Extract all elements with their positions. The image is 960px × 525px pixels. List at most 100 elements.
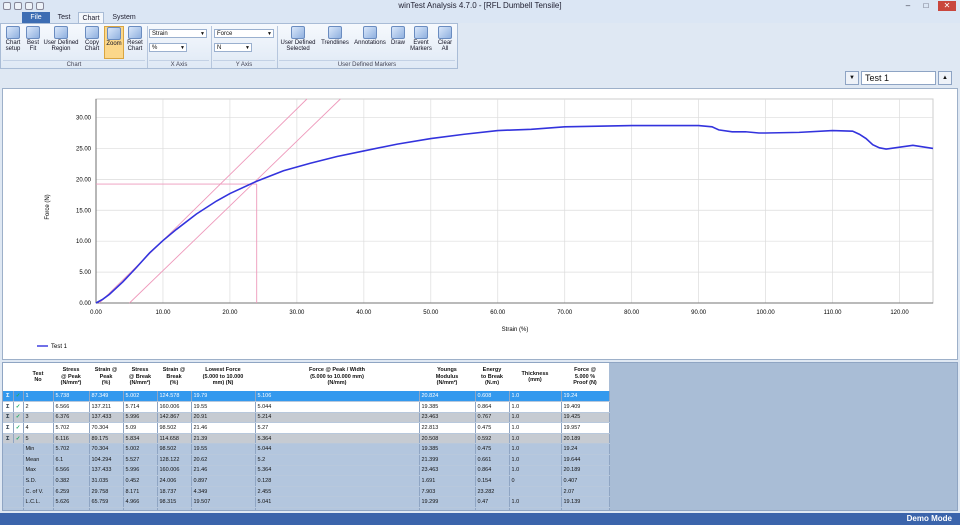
stats-blank-cell [3,486,24,498]
force-strain-chart[interactable]: 0.00 10.00 20.00 30.00 40.00 50.00 60.00 70.00 8… [3,89,957,359]
x-tick-label: 50.00 [423,310,439,316]
close-icon[interactable]: ✕ [938,1,956,11]
sigma-icon[interactable]: Σ [3,401,14,413]
stats-label-cell: Max [23,465,54,477]
column-header[interactable]: Stress @ Peak (N/mm²) [53,363,89,391]
table-row[interactable]: Σ ✓ 1 5.738 87.349 5.002 124.578 19.79 5.106 20.8… [3,391,610,403]
trendlines-label: Trendlines [321,40,349,46]
copy-chart-icon [85,26,99,39]
stats-value-cell: 0.452 [123,475,158,487]
trendlines-button[interactable]: Trendlines [319,26,351,46]
sigma-icon[interactable]: Σ [3,391,14,403]
chart-panel[interactable]: 0.00 10.00 20.00 30.00 40.00 50.00 60.00 70.00 8… [2,88,958,360]
zoom-label: Zoom [106,41,122,47]
y-axis-unit-select[interactable]: N ▼ [214,43,252,52]
tab-chart[interactable]: Chart [78,12,104,23]
column-header[interactable]: Energy to Break (N.m) [475,363,509,391]
user-defined-selected-button[interactable]: User Defined Selected [279,26,317,52]
chart-visible-icon[interactable]: ✓ [13,422,24,434]
collapse-icon[interactable]: ▲ [938,71,952,85]
stats-value-cell: 19.139 [561,496,610,509]
table-row[interactable]: Σ ✓ 5 6.116 89.175 5.834 114.658 21.39 5.364 20.5… [3,433,610,445]
header-icon-cell[interactable] [3,363,23,391]
stats-value-cell: 157.929 [157,507,192,510]
results-table[interactable]: Test No Stress @ Peak (N/mm²) Strain @ Pea… [2,362,958,511]
user-defined-region-button[interactable]: User Defined Region [43,26,79,52]
value-cell: 5.002 [123,391,158,403]
stats-label-cell: U.C.L. [23,507,54,510]
zoom-icon [107,27,121,40]
title-bar: winTest Analysis 4.7.0 - [RFL Dumbell Te… [0,0,960,12]
tab-test[interactable]: Test [52,12,76,23]
y-tick-label: 10.00 [76,239,92,245]
stats-value-cell: 19.385 [419,443,476,456]
chevron-down-icon: ▼ [267,31,272,37]
annotations-button[interactable]: Annotations [353,26,387,46]
column-header[interactable]: Thickness (mm) [509,363,561,391]
table-row[interactable]: Σ ✓ 2 6.566 137.211 5.714 160.006 19.55 5.044 19.… [3,401,610,413]
stats-value-cell: 19.644 [561,454,610,466]
y-axis-unit-value: N [217,45,222,51]
user-defined-region-label: User Defined Region [43,40,79,52]
stats-value-cell: 5.041 [255,496,420,509]
draw-button[interactable]: Draw [389,26,407,46]
trendlines-icon [328,26,342,39]
value-cell: 5.09 [123,422,158,434]
stats-value-cell: 4.349 [191,486,256,498]
y-tick-label: 30.00 [76,116,92,122]
stats-value-cell: 5.358 [255,507,420,510]
stats-value-cell: 23.463 [419,465,476,477]
sigma-icon[interactable]: Σ [3,412,14,424]
tab-file[interactable]: File [22,12,50,23]
chart-visible-icon[interactable]: ✓ [13,391,24,403]
minimize-icon[interactable]: – [902,1,914,11]
stats-label-cell: Min [23,443,54,456]
annotations-label: Annotations [354,40,386,46]
sigma-icon[interactable]: Σ [3,422,14,434]
x-axis-unit-select[interactable]: % ▼ [149,43,187,52]
stats-value-cell: 0.154 [475,475,510,487]
x-axis-quantity-select[interactable]: Strain ▼ [149,29,207,38]
column-header[interactable]: Stress @ Break (N/mm²) [123,363,157,391]
table-row[interactable]: Σ ✓ 4 5.702 70.304 5.09 98.502 21.46 5.27 22.813 0… [3,422,610,434]
best-fit-button[interactable]: Best Fit [24,26,42,52]
value-cell: 20.824 [419,391,476,403]
sigma-icon[interactable]: Σ [3,433,14,445]
event-markers-button[interactable]: Event Markers [409,26,433,52]
column-header[interactable]: Force @ Peak / Width (5.000 to 10.000 mm… [255,363,419,391]
column-header[interactable]: Lowest Force (5.000 to 10.000 mm) (N) [191,363,255,391]
chart-visible-icon[interactable]: ✓ [13,401,24,413]
clear-all-icon [438,26,452,39]
x-tick-label: 40.00 [356,310,372,316]
y-axis-label: Force (N) [45,194,51,219]
stats-value-cell: 1.691 [419,475,476,487]
test-select[interactable]: Test 1 [861,71,936,85]
stats-row: S.D. 0.382 31.035 0.452 24.006 0.897 0.128 1.69… [3,475,610,487]
column-header[interactable]: Youngs Modulus (N/mm²) [419,363,475,391]
clear-all-button[interactable]: Clear All [435,26,455,52]
chart-setup-button[interactable]: Chart setup [3,26,23,52]
reset-chart-button[interactable]: Reset Chart [125,26,145,52]
maximize-icon[interactable]: □ [920,1,932,11]
value-cell: 124.578 [157,391,192,403]
zoom-button[interactable]: Zoom [104,26,124,59]
y-axis-quantity-select[interactable]: Force ▼ [214,29,274,38]
column-header[interactable]: Strain @ Peak (%) [89,363,123,391]
ribbon-separator [277,26,278,68]
value-cell: 5.214 [255,412,420,424]
table-row[interactable]: Σ ✓ 3 6.376 137.433 5.996 142.867 20.91 5.214 23.… [3,412,610,424]
column-header[interactable]: Strain @ Break (%) [157,363,191,391]
chart-visible-icon[interactable]: ✓ [13,412,24,424]
stats-value-cell: 0.128 [255,475,420,487]
dropdown-icon[interactable]: ▼ [845,71,859,85]
x-axis-quantity-value: Strain [152,31,168,37]
column-header[interactable]: Test No [23,363,53,391]
x-tick-label: 60.00 [490,310,506,316]
stats-value-cell: 0.864 [475,465,510,477]
stats-value-cell: 5.044 [255,443,420,456]
column-header[interactable]: Force @ 5.000 % Proof (N) [561,363,609,391]
stats-value-cell: 0.382 [53,475,90,487]
copy-chart-button[interactable]: Copy Chart [82,26,102,52]
tab-system[interactable]: System [108,12,140,23]
chart-visible-icon[interactable]: ✓ [13,433,24,445]
